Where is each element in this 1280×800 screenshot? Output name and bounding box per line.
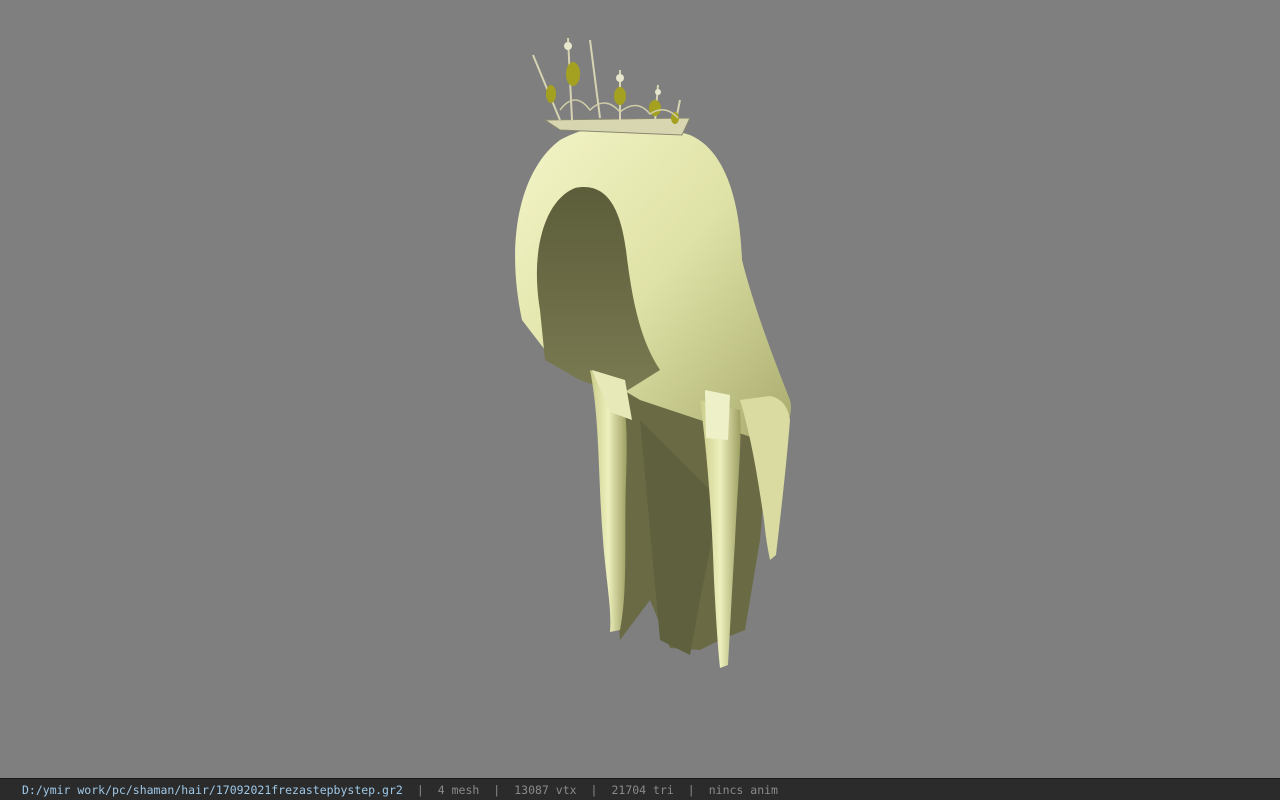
status-separator: |	[493, 782, 501, 797]
status-separator: |	[416, 782, 424, 797]
crown	[532, 37, 691, 136]
animation-status: nincs anim	[708, 782, 778, 797]
file-path: D:/ymir work/pc/shaman/hair/17092021frez…	[22, 782, 403, 797]
status-separator: |	[687, 782, 695, 797]
triangle-count: 21704 tri	[611, 782, 674, 797]
vertex-count: 13087 vtx	[514, 782, 577, 797]
mesh-count: 4 mesh	[437, 782, 480, 797]
status-separator: |	[590, 782, 598, 797]
status-bar: D:/ymir work/pc/shaman/hair/17092021frez…	[0, 778, 1280, 800]
hair-model	[515, 37, 791, 668]
3d-viewport[interactable]	[0, 0, 1280, 778]
